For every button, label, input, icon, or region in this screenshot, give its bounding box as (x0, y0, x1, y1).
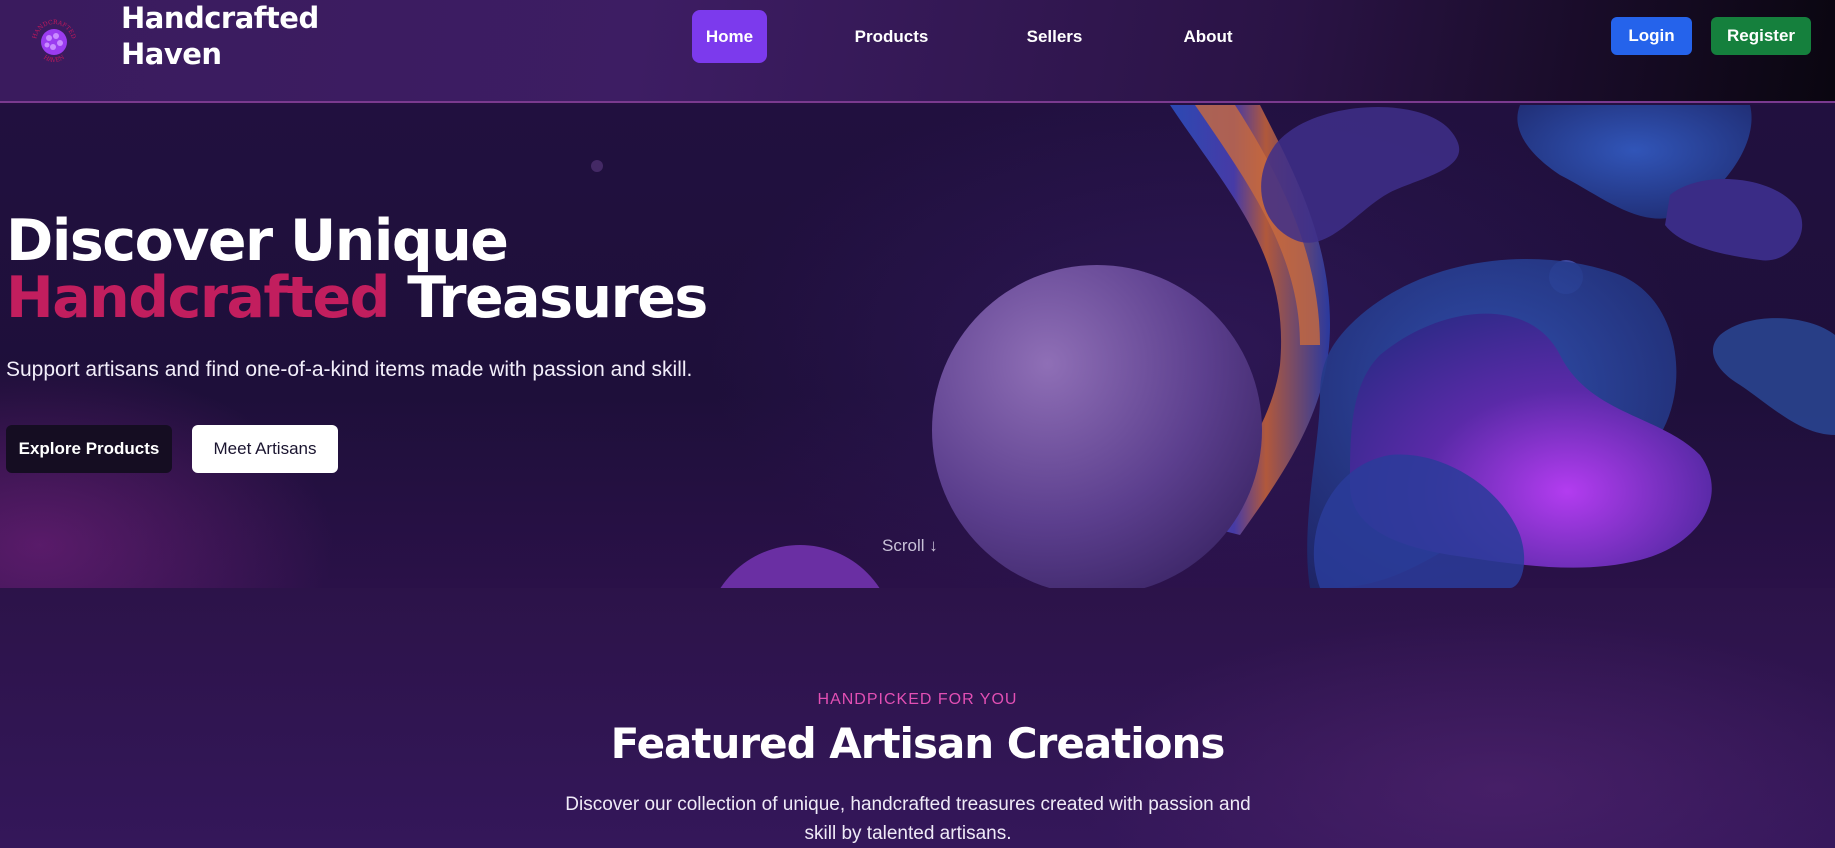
brand-line-2: Haven (121, 37, 222, 71)
featured-title: Featured Artisan Creations (610, 719, 1226, 768)
brand-line-1: Handcrafted (121, 1, 319, 35)
featured-eyebrow: HANDPICKED FOR YOU (817, 691, 1018, 708)
hero-title-accent: Handcrafted (6, 265, 390, 331)
hero-subtitle: Support artisans and find one-of-a-kind … (6, 358, 693, 381)
hero-title-line-2: Handcrafted Treasures (6, 270, 708, 327)
svg-text:HAVEN: HAVEN (42, 54, 66, 64)
nav-about[interactable]: About (1174, 10, 1242, 63)
logo-icon[interactable]: HANDCRAFTED HAVEN (26, 14, 82, 70)
explore-products-button[interactable]: Explore Products (6, 425, 172, 473)
hero-title: Discover Unique Handcrafted Treasures (6, 208, 708, 327)
hero-section: Discover Unique Handcrafted Treasures Su… (0, 105, 1835, 588)
hero-abstract-art (591, 105, 1835, 588)
nav-home[interactable]: Home (692, 10, 767, 63)
hero-title-rest: Treasures (388, 265, 708, 331)
meet-artisans-button[interactable]: Meet Artisans (192, 425, 338, 473)
featured-section: HANDPICKED FOR YOU Featured Artisan Crea… (0, 588, 1835, 848)
hero-title-line-1: Discover Unique (6, 208, 509, 274)
login-button[interactable]: Login (1611, 17, 1692, 55)
register-button[interactable]: Register (1711, 17, 1811, 55)
featured-description: Discover our collection of unique, handc… (565, 794, 1251, 844)
scroll-hint[interactable]: Scroll ↓ (882, 536, 938, 556)
brand-name[interactable]: Handcrafted Haven (121, 0, 361, 72)
nav-sellers[interactable]: Sellers (1018, 10, 1091, 63)
nav-products[interactable]: Products (843, 10, 940, 63)
site-header: HANDCRAFTED HAVEN Handcrafted Haven Home… (0, 0, 1835, 103)
